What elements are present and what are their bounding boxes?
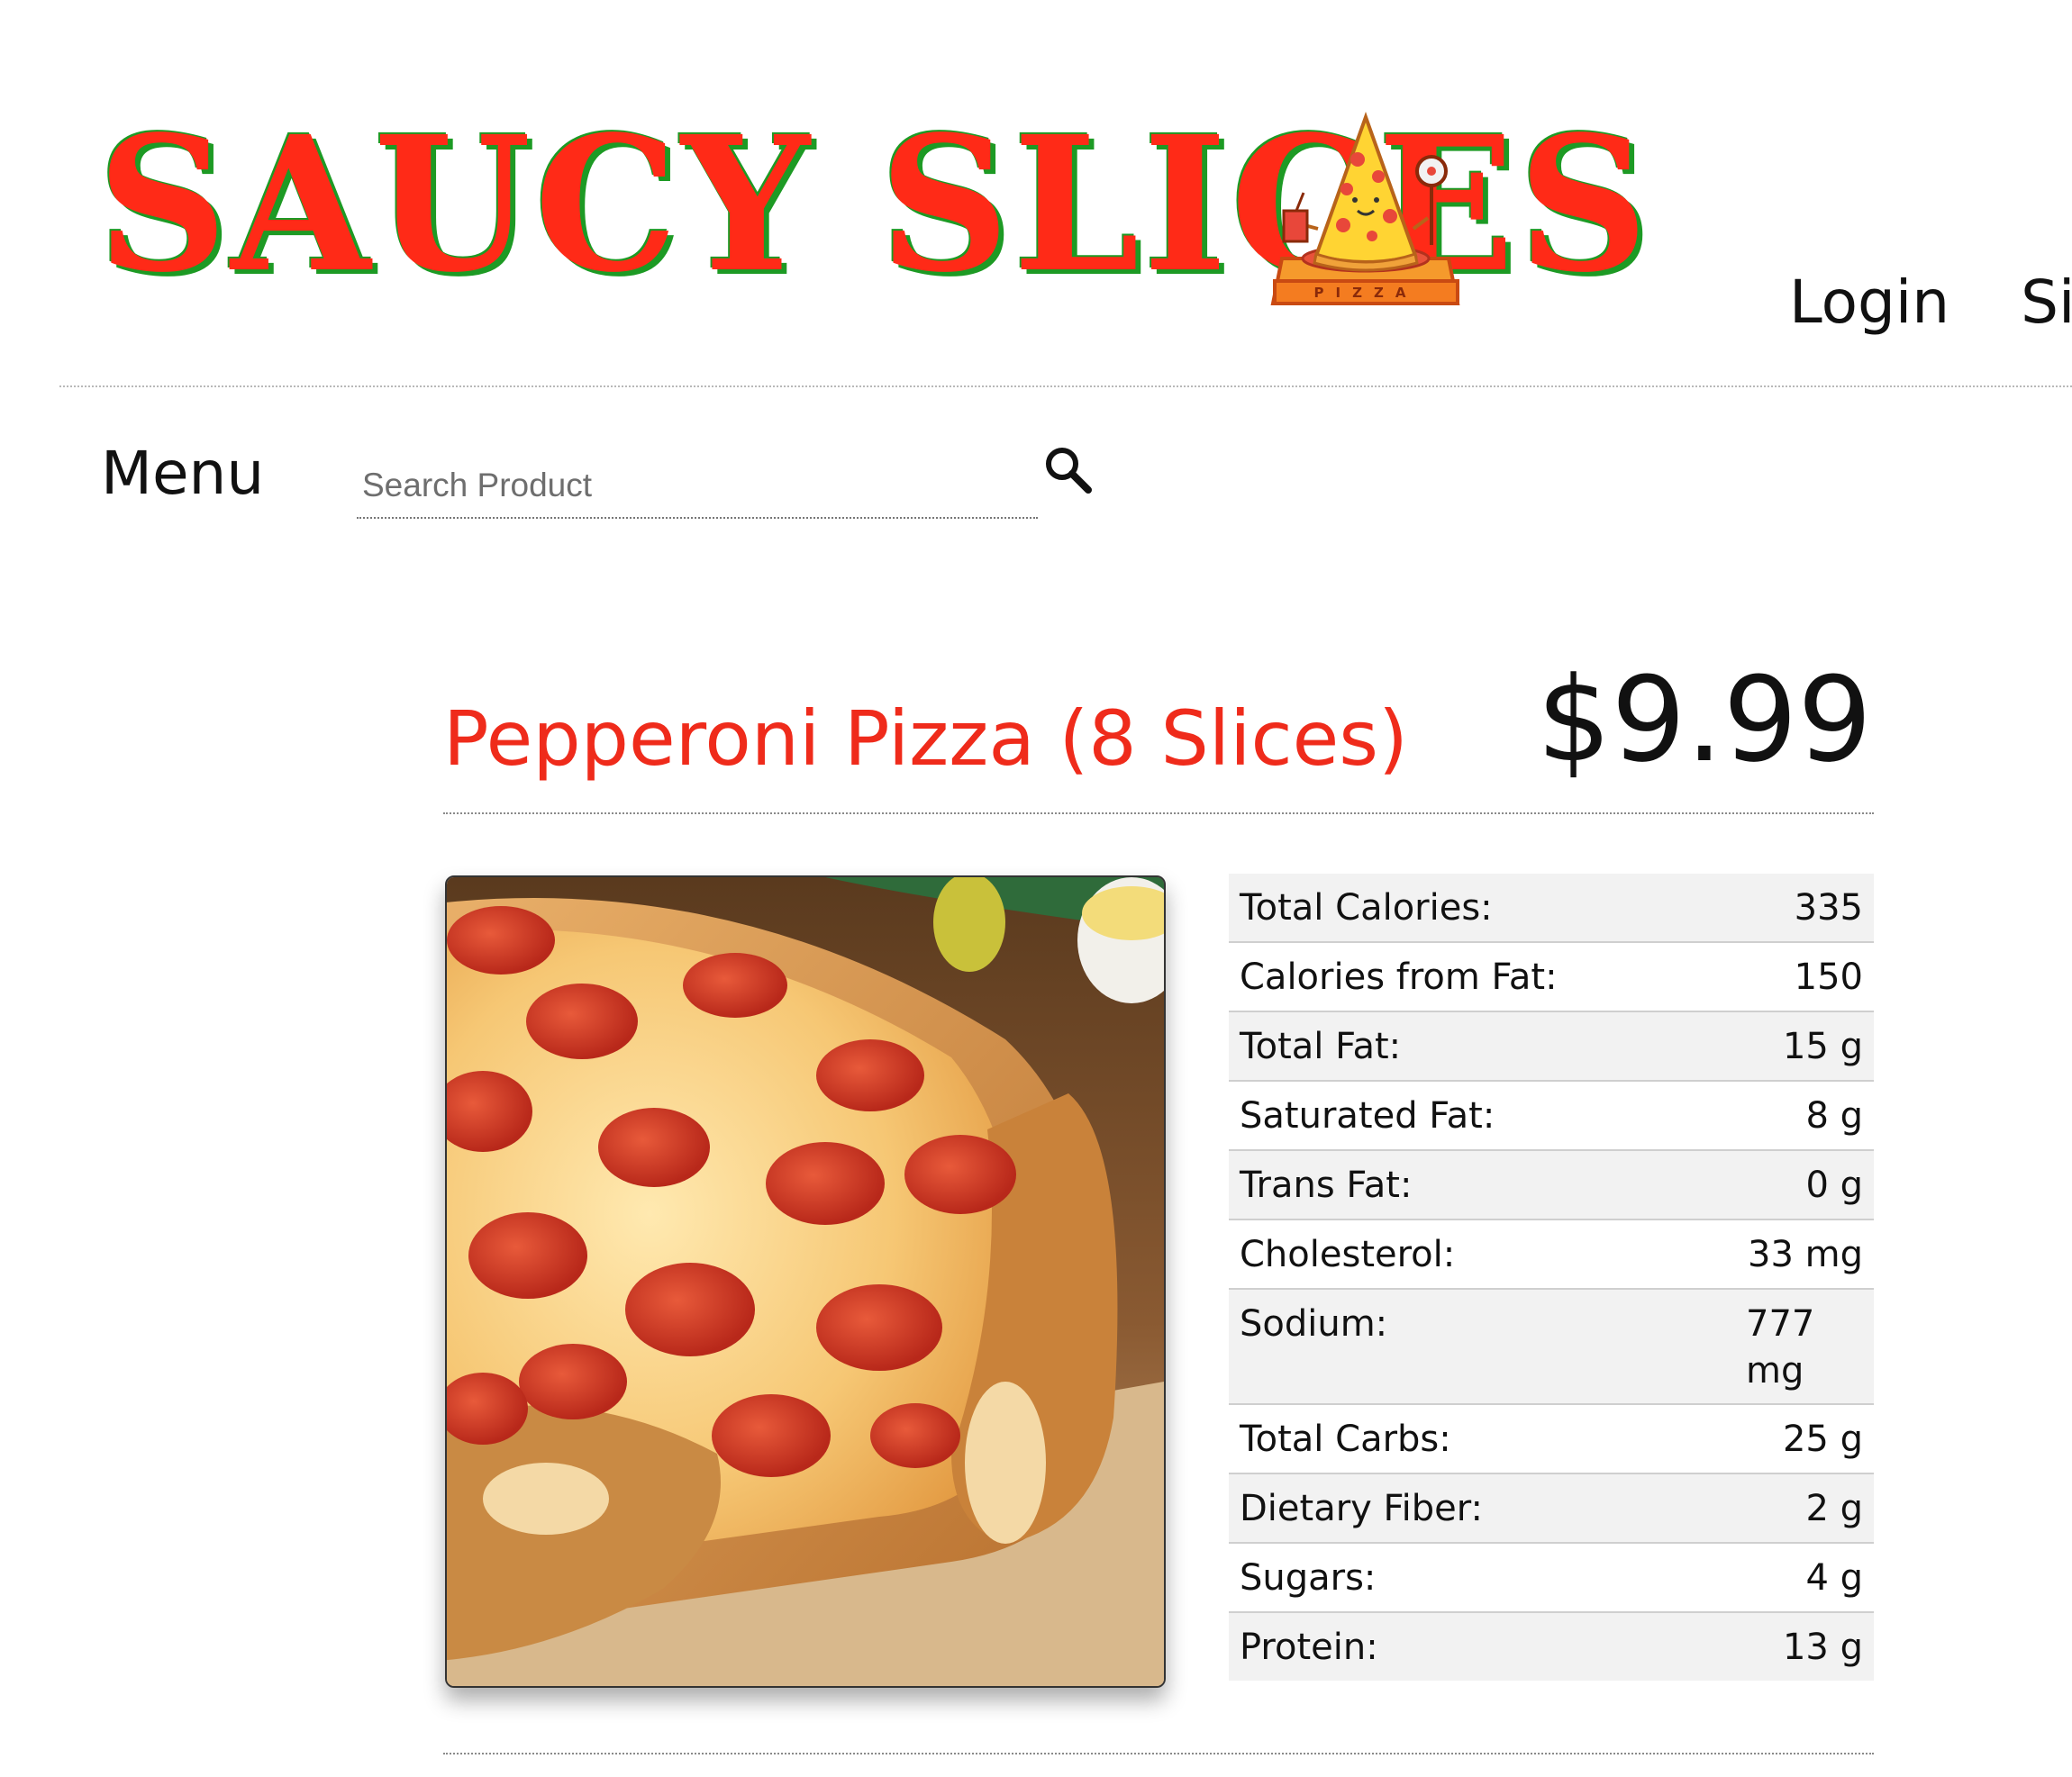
nutrition-row: Trans Fat: 0 g: [1229, 1150, 1874, 1219]
nutrition-value: 25 g: [1782, 1418, 1863, 1460]
menu-link[interactable]: Menu: [101, 438, 264, 510]
nutrition-row: Sugars: 4 g: [1229, 1543, 1874, 1612]
nutrition-row: Calories from Fat: 150: [1229, 942, 1874, 1011]
nutrition-value: 2 g: [1805, 1487, 1863, 1529]
nutrition-label: Protein:: [1240, 1626, 1378, 1668]
signup-link[interactable]: Sig: [2021, 267, 2072, 339]
nutrition-row: Saturated Fat: 8 g: [1229, 1081, 1874, 1150]
login-link[interactable]: Login: [1789, 267, 1949, 339]
top-nav: Login Sig: [1789, 267, 2072, 339]
nutrition-value: 8 g: [1805, 1094, 1863, 1137]
nutrition-row: Cholesterol: 33 mg: [1229, 1219, 1874, 1289]
nutrition-label: Sugars:: [1240, 1556, 1377, 1599]
product-image: [445, 875, 1166, 1688]
nutrition-row: Total Calories: 335: [1229, 874, 1874, 942]
nutrition-label: Trans Fat:: [1240, 1164, 1413, 1206]
nutrition-value: 777 mg: [1746, 1303, 1815, 1392]
nutrition-value: 15 g: [1782, 1025, 1863, 1067]
search-input[interactable]: [357, 454, 1038, 519]
section-divider: [443, 1753, 1874, 1754]
nutrition-label: Total Carbs:: [1240, 1418, 1451, 1460]
search-icon[interactable]: [1040, 441, 1097, 499]
product-title: Pepperoni Pizza (8 Slices): [443, 694, 1408, 783]
pizza-box-label: PIZZA: [1314, 285, 1418, 301]
nutrition-value: 0 g: [1805, 1164, 1863, 1206]
nutrition-label: Total Calories:: [1240, 886, 1493, 929]
header-divider: [59, 385, 2072, 387]
nutrition-row: Total Carbs: 25 g: [1229, 1404, 1874, 1473]
nutrition-value: 13 g: [1782, 1626, 1863, 1668]
nutrition-label: Total Fat:: [1240, 1025, 1402, 1067]
nutrition-value: 150: [1794, 956, 1863, 998]
product-page: SAUCY SLICES PIZZA Login Sig Menu: [0, 0, 2072, 1777]
nutrition-row: Sodium: 777 mg: [1229, 1289, 1874, 1404]
nutrition-label: Saturated Fat:: [1240, 1094, 1495, 1137]
nutrition-label: Cholesterol:: [1240, 1233, 1456, 1275]
nutrition-value: 33 mg: [1748, 1233, 1863, 1275]
nutrition-value: 335: [1794, 886, 1863, 929]
nutrition-label: Sodium:: [1240, 1303, 1388, 1345]
nutrition-label: Dietary Fiber:: [1240, 1487, 1483, 1529]
nutrition-label: Calories from Fat:: [1240, 956, 1558, 998]
product-divider: [443, 812, 1874, 814]
product-price: $9.99: [1536, 651, 1872, 788]
nutrition-table: Total Calories: 335 Calories from Fat: 150…: [1229, 874, 1874, 1681]
nutrition-row: Dietary Fiber: 2 g: [1229, 1473, 1874, 1543]
nutrition-row: Protein: 13 g: [1229, 1612, 1874, 1681]
nutrition-row: Total Fat: 15 g: [1229, 1011, 1874, 1081]
pizza-mascot-logo[interactable]: PIZZA: [1264, 110, 1467, 313]
nutrition-value: 4 g: [1805, 1556, 1863, 1599]
